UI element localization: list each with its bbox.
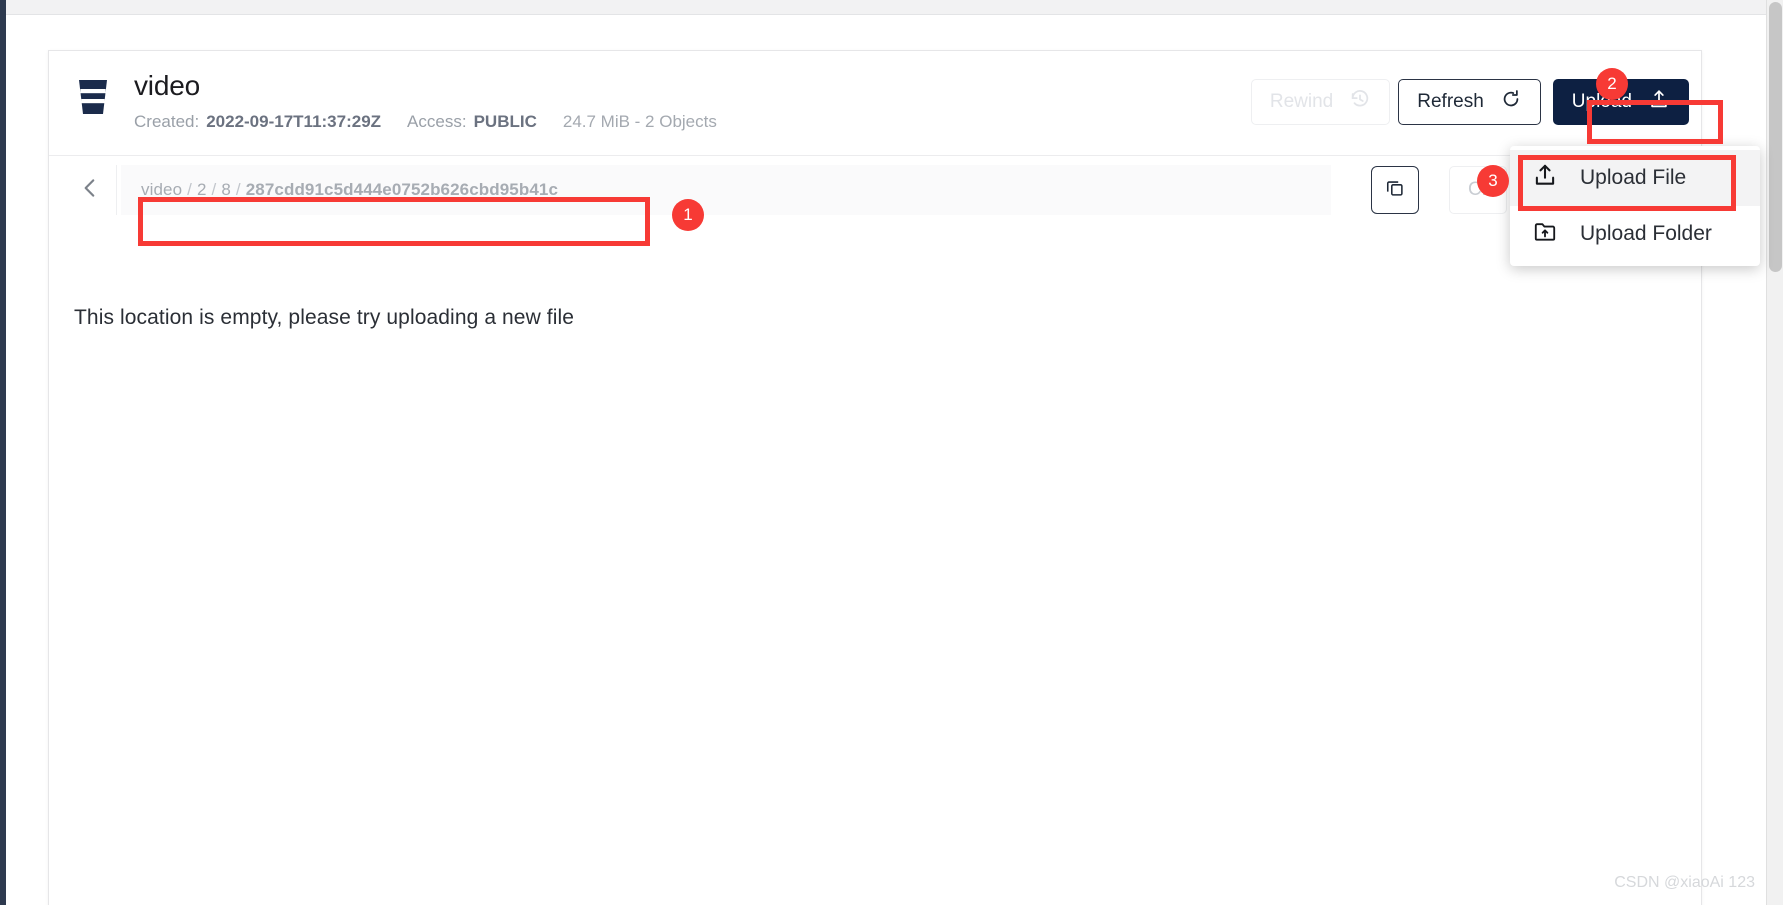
annotation-badge-3: 3 xyxy=(1477,165,1509,197)
breadcrumb-root[interactable]: video xyxy=(141,180,182,199)
bucket-meta: Created: 2022-09-17T11:37:29Z Access: PU… xyxy=(134,112,717,132)
menu-item-upload-file[interactable]: Upload File xyxy=(1510,150,1760,206)
refresh-icon xyxy=(1500,88,1522,116)
upload-dropdown-menu: Upload File Upload Folder xyxy=(1510,146,1760,266)
bucket-icon xyxy=(75,77,111,117)
upload-file-icon xyxy=(1532,162,1558,194)
watermark: CSDN @xiaoAi 123 xyxy=(1614,874,1755,891)
breadcrumb-segment-1[interactable]: 8 xyxy=(221,180,231,199)
menu-item-label: Upload Folder xyxy=(1580,222,1712,245)
empty-state-message: This location is empty, please try uploa… xyxy=(74,306,575,329)
refresh-label: Refresh xyxy=(1417,91,1484,112)
copy-path-button[interactable] xyxy=(1371,166,1419,214)
breadcrumb-separator: / xyxy=(235,180,241,199)
bucket-header: video Created: 2022-09-17T11:37:29Z Acce… xyxy=(49,51,1701,156)
access-value: PUBLIC xyxy=(473,112,537,131)
bucket-title-block: video Created: 2022-09-17T11:37:29Z Acce… xyxy=(134,69,717,132)
rewind-button[interactable]: Rewind xyxy=(1250,79,1391,125)
breadcrumb-path-field[interactable]: video/2/8/287cdd91c5d444e0752b626cbd95b4… xyxy=(121,165,1331,215)
menu-item-label: Upload File xyxy=(1580,166,1687,189)
left-nav-rail xyxy=(0,0,6,905)
rewind-label: Rewind xyxy=(1269,91,1334,112)
breadcrumb-toolbar: video/2/8/287cdd91c5d444e0752b626cbd95b4… xyxy=(49,156,1701,224)
breadcrumb-leaf[interactable]: 287cdd91c5d444e0752b626cbd95b41c xyxy=(246,180,558,199)
created-label: Created: xyxy=(134,112,200,131)
refresh-button[interactable]: Refresh xyxy=(1398,79,1541,125)
access-label: Access: xyxy=(407,112,467,131)
created-value: 2022-09-17T11:37:29Z xyxy=(206,112,382,131)
app-root: video Created: 2022-09-17T11:37:29Z Acce… xyxy=(0,0,1783,905)
breadcrumb-separator: / xyxy=(187,180,192,199)
breadcrumb-segment-0[interactable]: 2 xyxy=(197,180,207,199)
upload-folder-icon xyxy=(1532,218,1558,250)
history-rewind-icon xyxy=(1349,88,1371,116)
breadcrumb-separator: / xyxy=(211,180,217,199)
upload-arrow-icon xyxy=(1648,88,1670,116)
menu-item-upload-folder[interactable]: Upload Folder xyxy=(1510,206,1760,262)
scrollbar-thumb[interactable] xyxy=(1769,2,1782,272)
copy-icon xyxy=(1384,177,1406,204)
back-button[interactable] xyxy=(63,165,117,215)
annotation-badge-1: 1 xyxy=(672,199,704,231)
chevron-left-icon xyxy=(77,175,103,206)
vertical-scrollbar[interactable] xyxy=(1766,0,1783,905)
size-objects: 24.7 MiB - 2 Objects xyxy=(562,112,717,131)
page-title: video xyxy=(134,70,200,101)
annotation-badge-2: 2 xyxy=(1596,68,1628,100)
breadcrumb: video/2/8/287cdd91c5d444e0752b626cbd95b4… xyxy=(141,180,558,200)
top-strip xyxy=(6,0,1773,15)
bucket-browser-card: video Created: 2022-09-17T11:37:29Z Acce… xyxy=(48,50,1702,905)
